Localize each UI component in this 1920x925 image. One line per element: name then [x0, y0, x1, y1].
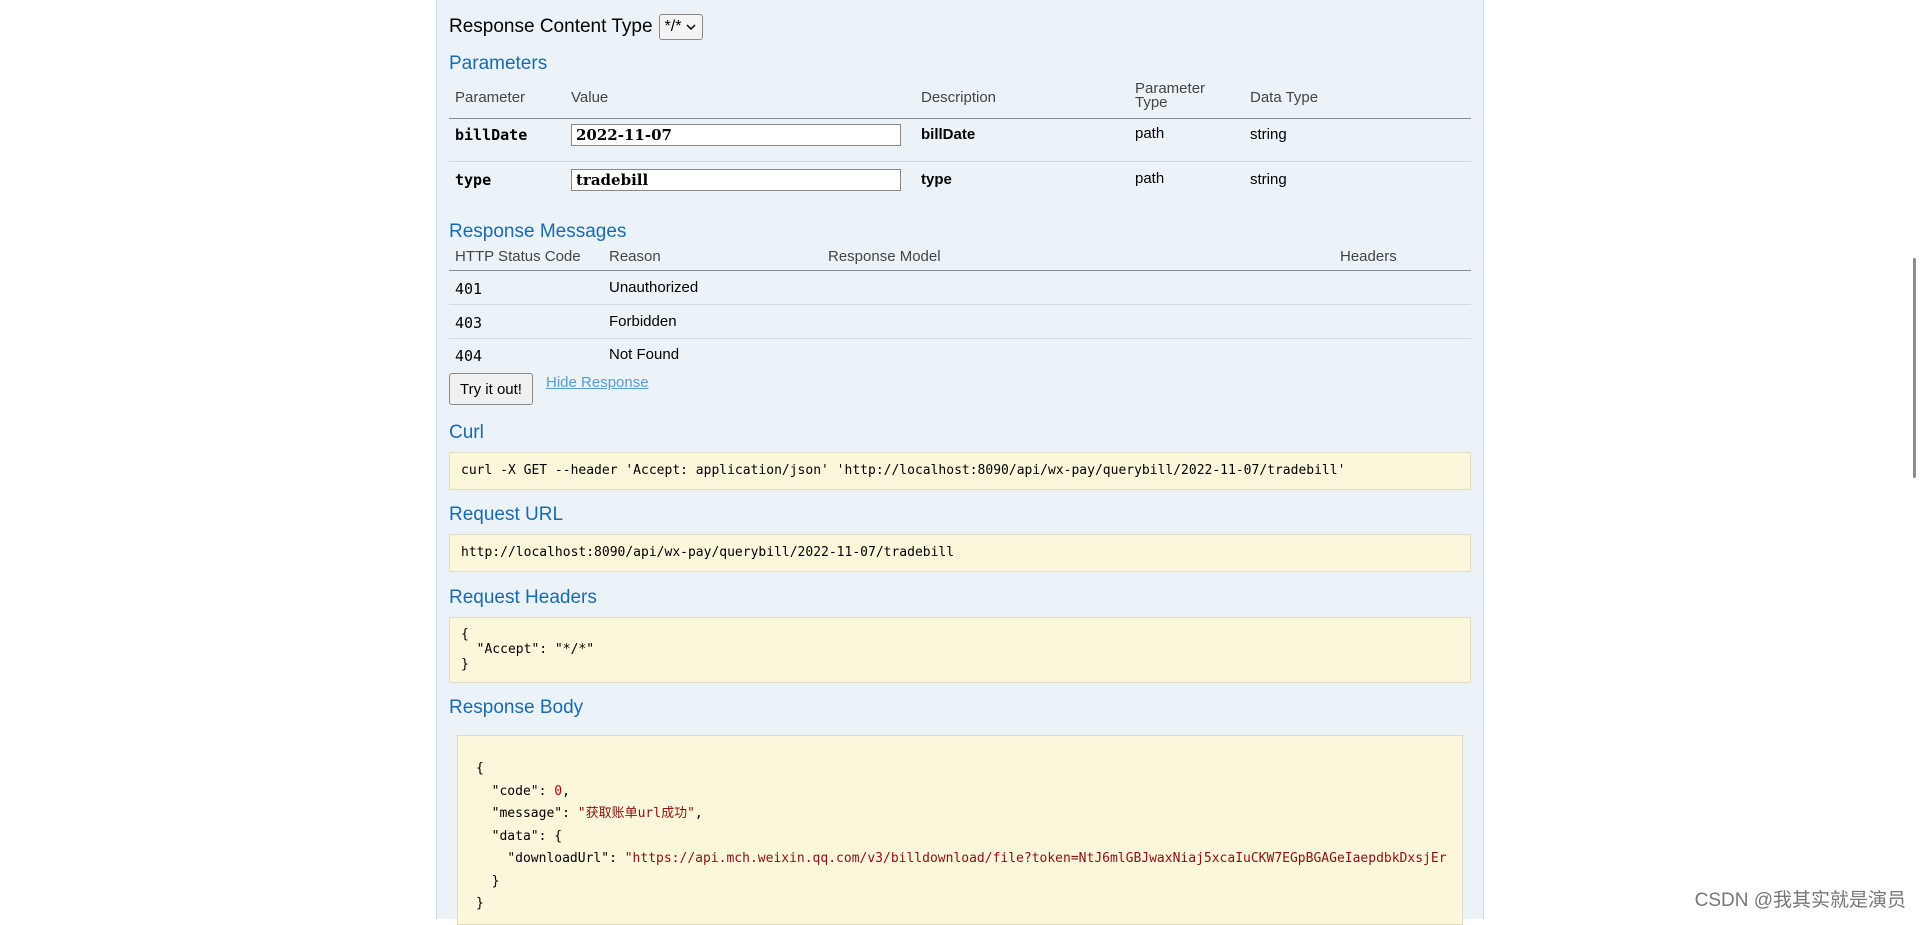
response-content-type-value: */* [664, 18, 682, 35]
response-row: 403 Forbidden [449, 305, 1471, 339]
response-content-type-select[interactable]: */* [658, 14, 704, 40]
response-content-type-label: Response Content Type [449, 16, 653, 37]
response-messages-header-row: HTTP Status Code Reason Response Model H… [449, 247, 1471, 271]
response-row: 404 Not Found [449, 339, 1471, 371]
hide-response-link[interactable]: Hide Response [546, 374, 649, 391]
code-line: "downloadUrl": "https://api.mch.weixin.q… [507, 851, 1447, 866]
watermark: CSDN @我其实就是演员 [1694, 890, 1906, 911]
chevron-down-icon [686, 24, 696, 31]
operation-panel: Response Content Type */* Parameters Par… [436, 0, 1484, 925]
scrollbar-thumb[interactable] [1913, 258, 1916, 478]
response-body-box: { "code": 0, "message": "获取账单url成功", "da… [457, 735, 1463, 925]
status-reason: Unauthorized [609, 279, 699, 296]
param-row: billDate billDate path string [449, 119, 1471, 162]
param-name: type [455, 171, 492, 189]
curl-box: curl -X GET --header 'Accept: applicatio… [449, 452, 1471, 490]
code-line: "code": 0, [491, 783, 570, 799]
response-content-type: Response Content Type */* [449, 14, 704, 40]
code-line: } [476, 871, 1444, 894]
request-url-heading: Request URL [449, 504, 564, 525]
status-reason: Not Found [609, 346, 680, 363]
status-reason: Forbidden [609, 313, 677, 330]
try-it-out-button[interactable]: Try it out! [449, 373, 533, 405]
col-parameter-type: Parameter Type [1135, 80, 1206, 111]
col-response-model: Response Model [828, 248, 941, 265]
json-key: "data" [491, 828, 539, 844]
json-key: "downloadUrl" [507, 851, 610, 866]
json-string: "https://api.mch.weixin.qq.com/v3/billdo… [624, 851, 1447, 866]
response-body-heading: Response Body [449, 697, 584, 718]
code-line: "data": { [491, 828, 563, 844]
parameters-heading: Parameters [449, 53, 548, 74]
param-type: path [1135, 170, 1165, 187]
code-line: { [461, 627, 469, 642]
param-description: billDate [921, 126, 976, 143]
status-code: 403 [455, 314, 483, 332]
request-url-box: http://localhost:8090/api/wx-pay/querybi… [449, 534, 1471, 572]
request-url-text: http://localhost:8090/api/wx-pay/querybi… [461, 545, 955, 560]
col-reason: Reason [609, 248, 661, 265]
param-data-type: string [1250, 171, 1287, 188]
code-line: } [476, 896, 484, 911]
response-messages-heading: Response Messages [449, 221, 627, 242]
request-headers-heading: Request Headers [449, 587, 597, 608]
json-brace: } [491, 873, 500, 889]
billdate-input[interactable] [571, 124, 901, 146]
status-code: 401 [455, 280, 483, 298]
col-value: Value [571, 89, 609, 106]
curl-heading: Curl [449, 422, 484, 443]
param-data-type: string [1250, 126, 1287, 143]
json-number: 0 [554, 783, 563, 799]
curl-command: curl -X GET --header 'Accept: applicatio… [461, 463, 1346, 478]
code-line: "message": "获取账单url成功", [491, 806, 703, 821]
json-key: "code" [491, 783, 539, 799]
code-line: } [461, 657, 469, 672]
param-description: type [921, 171, 952, 188]
col-parameter: Parameter [455, 89, 526, 106]
json-string: "获取账单url成功" [577, 806, 695, 821]
col-description: Description [921, 89, 997, 106]
status-code: 404 [455, 347, 483, 365]
param-type: path [1135, 125, 1165, 142]
parameters-header-row: Parameter Value Description Parameter Ty… [449, 80, 1471, 119]
param-name: billDate [455, 126, 528, 144]
col-headers: Headers [1340, 248, 1397, 265]
json-key: "message" [491, 806, 563, 821]
code-line: { [476, 761, 484, 776]
response-row: 401 Unauthorized [449, 271, 1471, 305]
col-status-code: HTTP Status Code [455, 248, 581, 265]
request-headers-box: { "Accept": "*/*"} [449, 617, 1471, 683]
col-data-type: Data Type [1250, 89, 1319, 106]
type-input[interactable] [571, 169, 901, 191]
code-line: "Accept": "*/*" [461, 642, 595, 657]
param-row: type type path string [449, 162, 1471, 206]
